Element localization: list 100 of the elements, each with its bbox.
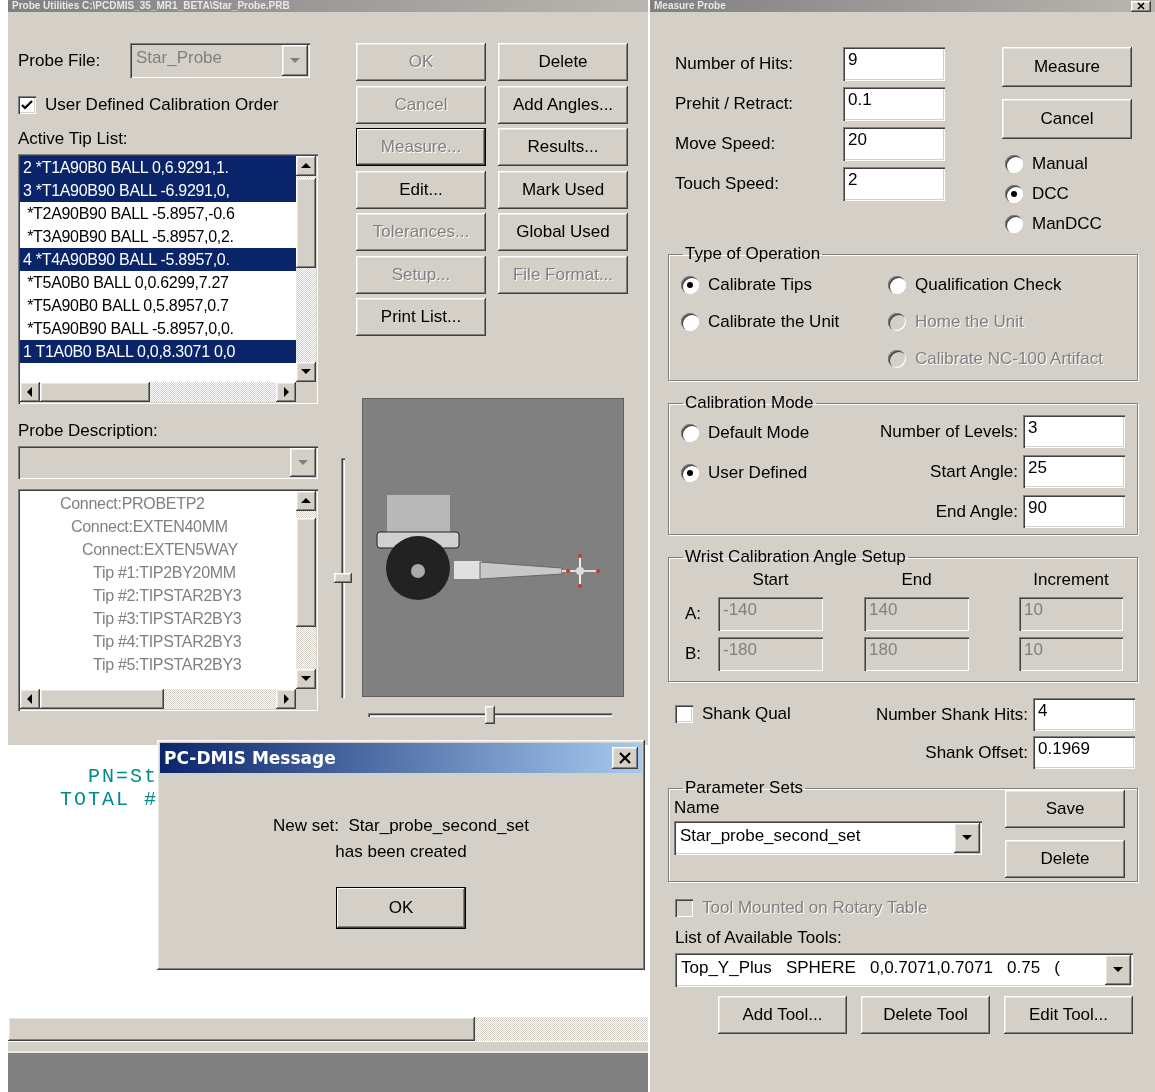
scroll-left-button[interactable]: [20, 382, 40, 402]
radio-button[interactable]: [1005, 215, 1023, 233]
description-item[interactable]: Tip #2:TIPSTAR2BY3: [20, 584, 296, 607]
code-line: TOTAL #: [60, 788, 159, 811]
field-label: Name: [674, 798, 721, 818]
slider-track[interactable]: [341, 458, 345, 698]
field-label: Number Shank Hits:: [875, 704, 1028, 725]
vertical-scrollbar[interactable]: [296, 156, 316, 382]
description-item[interactable]: Tip #1:TIP2BY20MM: [20, 561, 296, 584]
tip-list-item[interactable]: 3 *T1A90B90 BALL -6.9291,0,: [20, 179, 296, 202]
dialog-button[interactable]: Edit...: [356, 170, 486, 209]
horizontal-scrollbar[interactable]: [20, 689, 296, 709]
scrollbar-thumb[interactable]: [40, 689, 165, 709]
description-item[interactable]: Tip #4:TIPSTAR2BY3: [20, 630, 296, 653]
field-label: Touch Speed:: [675, 174, 780, 194]
field-label: Move Speed:: [675, 134, 777, 154]
radio-label: Calibrate NC-100 Artifact: [915, 348, 1104, 369]
slider-track[interactable]: [368, 713, 612, 717]
scroll-down-button[interactable]: [296, 362, 316, 382]
tool-dropdown[interactable]: Top_Y_Plus SPHERE 0,0.7071,0.7071 0.75 (: [675, 953, 1133, 987]
radio-button[interactable]: [681, 424, 699, 442]
horizontal-scrollbar[interactable]: [20, 382, 296, 402]
scroll-left-button[interactable]: [20, 689, 40, 709]
description-item[interactable]: Connect:PROBETP2: [20, 492, 296, 515]
dialog-button[interactable]: Delete: [1005, 840, 1125, 878]
radio-button[interactable]: [681, 464, 699, 482]
checkbox[interactable]: [675, 705, 693, 723]
dialog-button[interactable]: Print List...: [356, 298, 486, 336]
description-dropdown[interactable]: [18, 446, 318, 479]
description-item[interactable]: Connect:EXTEN5WAY: [20, 538, 296, 561]
scrollbar-thumb[interactable]: [40, 382, 151, 402]
radio-button[interactable]: [1005, 155, 1023, 173]
dialog-button[interactable]: Results...: [498, 128, 628, 166]
slider-thumb[interactable]: [485, 706, 495, 724]
scroll-down-button[interactable]: [296, 669, 316, 689]
input-field[interactable]: 90: [1023, 495, 1125, 528]
radio-button[interactable]: [888, 275, 906, 294]
radio-label: Home the Unit: [915, 311, 1024, 332]
input-field[interactable]: 9: [843, 47, 945, 81]
slider-thumb[interactable]: [334, 573, 352, 583]
tip-list[interactable]: [18, 154, 318, 404]
dialog-button[interactable]: Delete: [498, 43, 628, 81]
dialog-button[interactable]: Add Tool...: [718, 996, 847, 1034]
checkbox[interactable]: [18, 96, 36, 114]
parameter-set-dropdown[interactable]: Star_probe_second_set: [674, 821, 982, 855]
scroll-up-button[interactable]: [296, 156, 316, 176]
description-item[interactable]: Tip #3:TIPSTAR2BY3: [20, 607, 296, 630]
group-title: Calibration Mode: [684, 393, 815, 413]
close-button[interactable]: [1131, 0, 1151, 12]
checkbox-label: Tool Mounted on Rotary Table: [702, 898, 928, 918]
dialog-button[interactable]: Mark Used: [498, 170, 628, 209]
scroll-up-button[interactable]: [296, 491, 316, 511]
radio-button[interactable]: [1005, 185, 1023, 203]
input-field[interactable]: 0.1: [843, 87, 945, 121]
tip-list-item[interactable]: 1 T1A0B0 BALL 0,0,8.3071 0,0: [20, 340, 296, 363]
scroll-right-button[interactable]: [276, 689, 296, 709]
scrollbar-thumb[interactable]: [296, 518, 316, 627]
scrollbar-thumb[interactable]: [8, 1017, 476, 1041]
dialog-button[interactable]: Delete Tool: [861, 996, 990, 1034]
close-button[interactable]: [612, 747, 638, 769]
group-title: Parameter Sets: [684, 778, 805, 798]
dialog-button[interactable]: Measure: [1002, 47, 1132, 87]
dialog-button[interactable]: Save: [1005, 790, 1125, 828]
dialog-button[interactable]: Cancel: [1002, 99, 1132, 139]
scrollbar-thumb[interactable]: [296, 178, 316, 269]
tip-list-item[interactable]: 2 *T1A90B0 BALL 0,6.9291,1.: [20, 156, 296, 179]
dialog-button[interactable]: Global Used: [498, 213, 628, 251]
dialog-button[interactable]: Edit Tool...: [1004, 996, 1133, 1034]
column-header: Increment: [1032, 570, 1110, 590]
ok-button[interactable]: OK: [336, 887, 466, 929]
field-label: Number of Hits:: [675, 54, 795, 74]
description-list[interactable]: Connect:PROBETP2 Connect:EXTEN40MM Connect:EXTEN5WAY Tip #1:TIP2BY20MM Tip #2:TIPSTAR2BY3 Tip #3:TIPSTAR2BY3 Tip #4:TIPSTAR2BY3 Tip #5:TIPSTAR2BY3: [18, 489, 318, 711]
radio-button[interactable]: [681, 312, 699, 331]
field-label: End Angle:: [934, 501, 1018, 522]
description-item[interactable]: Connect:EXTEN40MM: [20, 515, 296, 538]
group-title: Wrist Calibration Angle Setup: [684, 547, 907, 567]
field-label: Number of Levels:: [880, 421, 1018, 442]
horizontal-scrollbar[interactable]: [8, 1017, 648, 1041]
input-field[interactable]: 4: [1033, 698, 1135, 731]
input-field[interactable]: 2: [843, 167, 945, 201]
field-label: Probe File:: [18, 50, 102, 71]
vertical-scrollbar[interactable]: [296, 491, 316, 689]
dialog-button[interactable]: Add Angles...: [498, 85, 628, 124]
radio-label: User Defined: [708, 463, 808, 483]
column-header: Start: [751, 570, 790, 590]
radio-label: Manual: [1032, 154, 1088, 174]
message-text: New set: Star_probe_second_set has been created: [271, 815, 531, 863]
radio-label: Calibrate Tips: [708, 274, 812, 295]
radio-button[interactable]: [681, 275, 699, 294]
input-field[interactable]: 0.1969: [1033, 736, 1135, 769]
input-field[interactable]: 20: [843, 127, 945, 161]
radio-label: Qualification Check: [915, 274, 1062, 295]
description-item[interactable]: Tip #5:TIPSTAR2BY3: [20, 653, 296, 676]
input-field[interactable]: 3: [1023, 415, 1125, 448]
field-label: List of Available Tools:: [675, 928, 843, 948]
scroll-right-button[interactable]: [276, 382, 296, 402]
tip-list-item[interactable]: 4 *T4A90B90 BALL -5.8957,0.: [20, 248, 296, 271]
window-title: Probe Utilities C:\PCDMIS_35_MR1_BETA\Star_Probe.PRB: [12, 0, 290, 12]
input-field[interactable]: 25: [1023, 455, 1125, 488]
dialog-title: PC-DMIS Message: [164, 748, 336, 768]
